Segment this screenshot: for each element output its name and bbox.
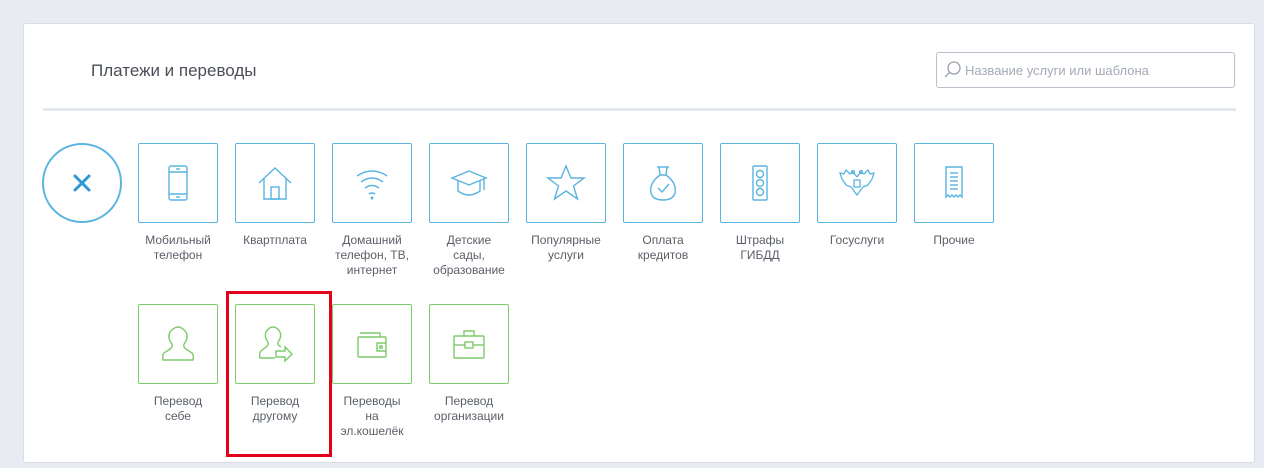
transfer-label: Перевод другому: [250, 394, 300, 423]
category-label: Мобильный телефон: [145, 233, 211, 262]
star-icon: [546, 164, 586, 201]
transfer-to-other[interactable]: Перевод другому: [229, 304, 321, 424]
transfer-label: Переводы на эл.кошелёк: [340, 394, 404, 438]
transfer-to-self[interactable]: Перевод себе: [132, 304, 224, 424]
money-bag-icon: [650, 166, 676, 201]
transfer-tile[interactable]: [235, 304, 315, 384]
person-icon: [161, 326, 195, 361]
search-icon: [944, 61, 961, 78]
category-tile[interactable]: [332, 143, 412, 223]
category-tile[interactable]: [429, 143, 509, 223]
category-education[interactable]: Детские сады, образование: [423, 143, 515, 278]
briefcase-icon: [453, 330, 485, 359]
category-loan-payments[interactable]: Оплата кредитов: [617, 143, 709, 263]
category-home-phone-tv-internet[interactable]: Домашний телефон, ТВ, интернет: [326, 143, 418, 278]
category-label: Оплата кредитов: [637, 233, 689, 262]
category-popular-services[interactable]: Популярные услуги: [520, 143, 612, 263]
transfer-tile[interactable]: [429, 304, 509, 384]
category-government-services[interactable]: Госуслуги: [811, 143, 903, 248]
category-tile[interactable]: [623, 143, 703, 223]
category-traffic-fines[interactable]: Штрафы ГИБДД: [714, 143, 806, 263]
transfer-to-ewallet[interactable]: Переводы на эл.кошелёк: [326, 304, 418, 439]
transfer-label: Перевод себе: [153, 394, 203, 423]
category-label: Прочие: [933, 233, 975, 247]
category-tile[interactable]: [526, 143, 606, 223]
house-icon: [258, 167, 292, 200]
close-button[interactable]: [42, 143, 122, 223]
person-transfer-icon: [258, 326, 293, 363]
category-label: Детские сады, образование: [433, 233, 505, 277]
category-label: Штрафы ГИБДД: [735, 233, 785, 262]
category-tile[interactable]: [914, 143, 994, 223]
wifi-icon: [356, 170, 388, 200]
search-box[interactable]: [936, 52, 1235, 88]
mobile-phone-icon: [168, 165, 188, 201]
category-tile[interactable]: [235, 143, 315, 223]
transfer-tile[interactable]: [332, 304, 412, 384]
search-input[interactable]: [965, 54, 1225, 86]
category-label: Квартплата: [243, 233, 307, 247]
category-other[interactable]: Прочие: [908, 143, 1000, 248]
page-title: Платежи и переводы: [91, 61, 257, 80]
eagle-emblem-icon: [839, 168, 875, 197]
category-mobile-phone[interactable]: Мобильный телефон: [132, 143, 224, 263]
wallet-icon: [357, 332, 387, 358]
transfer-tile[interactable]: [138, 304, 218, 384]
category-tile[interactable]: [817, 143, 897, 223]
close-icon: [73, 174, 91, 192]
transfer-to-organization[interactable]: Перевод организации: [423, 304, 515, 424]
graduation-cap-icon: [450, 170, 488, 196]
transfer-label: Перевод организации: [434, 394, 504, 423]
payments-panel: Платежи и переводы Мобильный телефон: [23, 23, 1255, 463]
traffic-light-icon: [752, 165, 768, 201]
category-tile[interactable]: [720, 143, 800, 223]
header-divider: [43, 108, 1236, 111]
category-rent[interactable]: Квартплата: [229, 143, 321, 248]
category-label: Домашний телефон, ТВ, интернет: [335, 233, 409, 277]
category-label: Госуслуги: [829, 233, 885, 247]
category-label: Популярные услуги: [531, 233, 601, 262]
category-tile[interactable]: [138, 143, 218, 223]
receipt-icon: [945, 166, 963, 199]
